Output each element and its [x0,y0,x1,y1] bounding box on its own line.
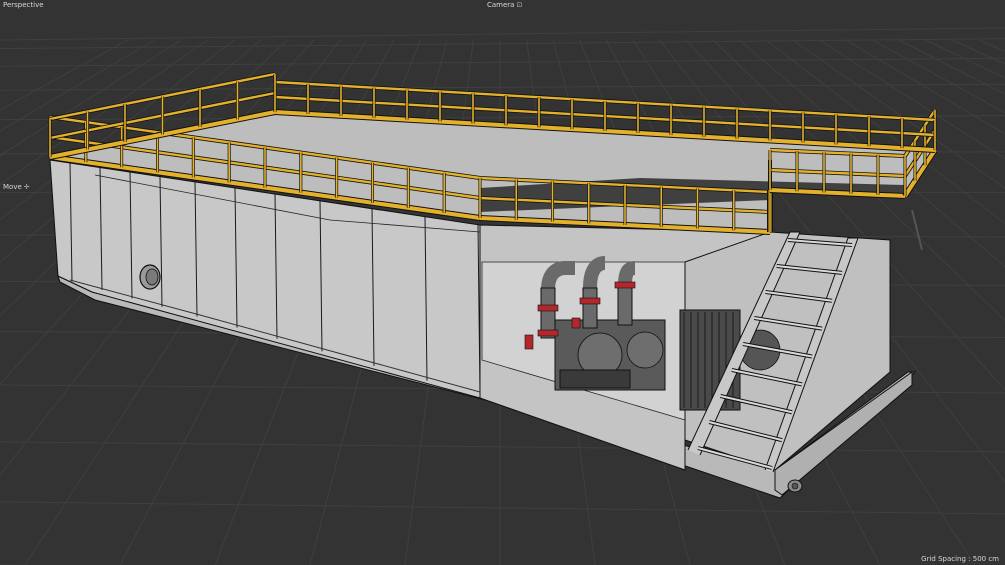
tool-label: Move [3,183,22,191]
view-name-label[interactable]: Perspective [3,1,44,10]
3d-viewport[interactable]: Perspective Camera ⊡ Move ✛ Grid Spacing :… [0,0,1005,565]
active-tool-indicator: Move ✛ [3,183,30,192]
manhole-hatch [139,264,161,290]
grid-spacing-readout: Grid Spacing : 500 cm [921,555,999,563]
camera-menu[interactable]: Camera ⊡ [487,1,522,10]
scene-canvas[interactable] [0,0,1005,565]
move-crosshair-icon: ✛ [23,183,30,191]
drain-fitting [787,479,803,493]
mud-tank-model[interactable] [48,72,938,499]
camera-lock-icon[interactable]: ⊡ [516,1,522,10]
camera-label: Camera [487,1,515,9]
